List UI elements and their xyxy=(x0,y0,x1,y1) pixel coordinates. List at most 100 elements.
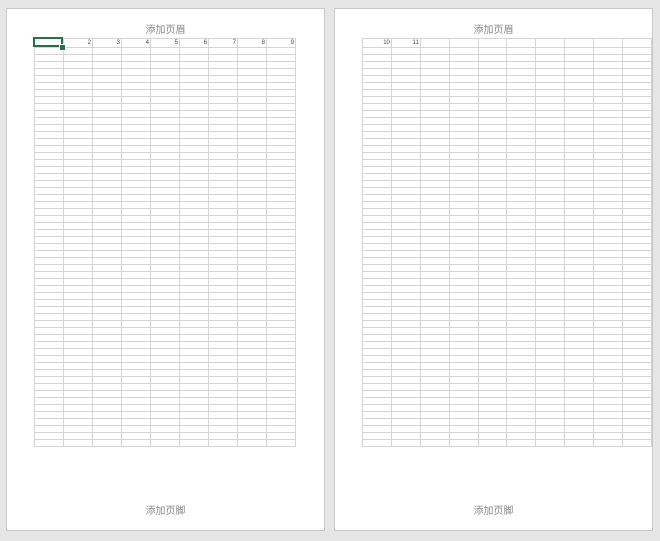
grid-cell[interactable] xyxy=(208,264,238,272)
grid-cell[interactable] xyxy=(477,124,508,132)
grid-cell[interactable] xyxy=(150,229,180,237)
grid-cell[interactable] xyxy=(179,68,209,76)
grid-cell[interactable] xyxy=(266,124,296,132)
grid-cell[interactable] xyxy=(390,54,421,62)
grid-cell[interactable] xyxy=(150,404,180,412)
grid-cell[interactable] xyxy=(150,187,180,195)
grid-cell[interactable] xyxy=(622,369,652,377)
grid-cell[interactable] xyxy=(237,432,267,440)
grid-cell[interactable] xyxy=(506,390,537,398)
grid-cell[interactable] xyxy=(121,348,151,356)
grid-cell[interactable] xyxy=(419,369,450,377)
grid-cell[interactable] xyxy=(593,425,624,433)
grid-cell[interactable] xyxy=(63,222,93,230)
grid-cell[interactable] xyxy=(506,257,537,265)
grid-cell[interactable] xyxy=(477,166,508,174)
grid-cell[interactable] xyxy=(506,334,537,342)
grid-cell[interactable] xyxy=(362,131,392,139)
grid-cell[interactable] xyxy=(121,68,151,76)
grid-cell[interactable] xyxy=(92,152,122,160)
grid-cell[interactable] xyxy=(63,110,93,118)
grid-cell[interactable] xyxy=(564,425,595,433)
grid-cell[interactable] xyxy=(237,208,267,216)
grid-cell[interactable] xyxy=(179,82,209,90)
grid-cell[interactable] xyxy=(92,355,122,363)
grid-cell[interactable] xyxy=(208,201,238,209)
grid-cell[interactable] xyxy=(622,257,652,265)
grid-cell[interactable] xyxy=(179,327,209,335)
grid-cell[interactable] xyxy=(564,103,595,111)
grid-cell[interactable] xyxy=(622,124,652,132)
grid-cell[interactable] xyxy=(208,397,238,405)
grid-cell[interactable] xyxy=(419,348,450,356)
grid-cell[interactable] xyxy=(506,110,537,118)
grid-cell[interactable] xyxy=(34,439,64,447)
grid-cell[interactable] xyxy=(506,285,537,293)
grid-cell[interactable] xyxy=(362,110,392,118)
grid-cell[interactable] xyxy=(419,390,450,398)
grid-cell[interactable] xyxy=(448,390,479,398)
grid-cell[interactable] xyxy=(593,159,624,167)
grid-cell[interactable] xyxy=(593,250,624,258)
grid-cell[interactable] xyxy=(237,362,267,370)
grid-cell[interactable] xyxy=(419,222,450,230)
grid-cell[interactable] xyxy=(593,313,624,321)
grid-cell[interactable] xyxy=(419,320,450,328)
grid-cell[interactable] xyxy=(237,117,267,125)
grid-cell[interactable] xyxy=(477,222,508,230)
grid-cell[interactable] xyxy=(390,299,421,307)
grid-cell[interactable] xyxy=(63,341,93,349)
grid-cell[interactable] xyxy=(593,341,624,349)
grid-cell[interactable] xyxy=(237,285,267,293)
grid-cell[interactable] xyxy=(622,299,652,307)
grid-cell[interactable] xyxy=(179,166,209,174)
grid-cell[interactable] xyxy=(564,96,595,104)
grid-cell[interactable] xyxy=(593,355,624,363)
grid-cell[interactable] xyxy=(34,131,64,139)
grid-cell[interactable] xyxy=(390,96,421,104)
grid-cell[interactable] xyxy=(448,285,479,293)
grid-cell[interactable] xyxy=(208,138,238,146)
grid-cell[interactable] xyxy=(419,54,450,62)
grid-cell[interactable] xyxy=(266,173,296,181)
grid-cell[interactable] xyxy=(121,145,151,153)
grid-cell[interactable] xyxy=(448,229,479,237)
grid-cell[interactable] xyxy=(535,369,566,377)
grid-cell[interactable] xyxy=(237,145,267,153)
grid-cell[interactable] xyxy=(564,418,595,426)
grid-cell[interactable] xyxy=(266,61,296,69)
grid-cell[interactable] xyxy=(237,124,267,132)
grid-cell[interactable] xyxy=(266,201,296,209)
grid-cell[interactable] xyxy=(362,369,392,377)
grid-cell[interactable] xyxy=(63,243,93,251)
grid-cell[interactable] xyxy=(390,243,421,251)
grid-cell[interactable] xyxy=(477,117,508,125)
grid-cell[interactable] xyxy=(477,432,508,440)
grid-cell[interactable] xyxy=(564,215,595,223)
grid-cell[interactable] xyxy=(92,96,122,104)
grid-cell[interactable] xyxy=(179,54,209,62)
grid-cell[interactable] xyxy=(593,103,624,111)
grid-cell[interactable] xyxy=(150,250,180,258)
grid-cell[interactable] xyxy=(121,54,151,62)
grid-cell[interactable] xyxy=(34,411,64,419)
grid-cell[interactable] xyxy=(92,299,122,307)
grid-cell[interactable] xyxy=(63,411,93,419)
grid-cell[interactable] xyxy=(208,348,238,356)
grid-cell[interactable] xyxy=(63,131,93,139)
grid-cell[interactable] xyxy=(92,425,122,433)
grid-cell[interactable] xyxy=(362,264,392,272)
grid-cell[interactable] xyxy=(63,334,93,342)
grid-cell[interactable] xyxy=(362,180,392,188)
grid-cell[interactable] xyxy=(535,257,566,265)
grid-cell[interactable] xyxy=(121,96,151,104)
grid-cell[interactable] xyxy=(564,138,595,146)
grid-cell[interactable] xyxy=(622,439,652,447)
grid-cell[interactable] xyxy=(593,271,624,279)
grid-cell[interactable] xyxy=(390,215,421,223)
grid-cell[interactable] xyxy=(237,89,267,97)
grid-cell[interactable] xyxy=(237,201,267,209)
grid-cell[interactable] xyxy=(179,222,209,230)
grid-cell[interactable] xyxy=(63,47,93,55)
grid-cell[interactable] xyxy=(121,334,151,342)
